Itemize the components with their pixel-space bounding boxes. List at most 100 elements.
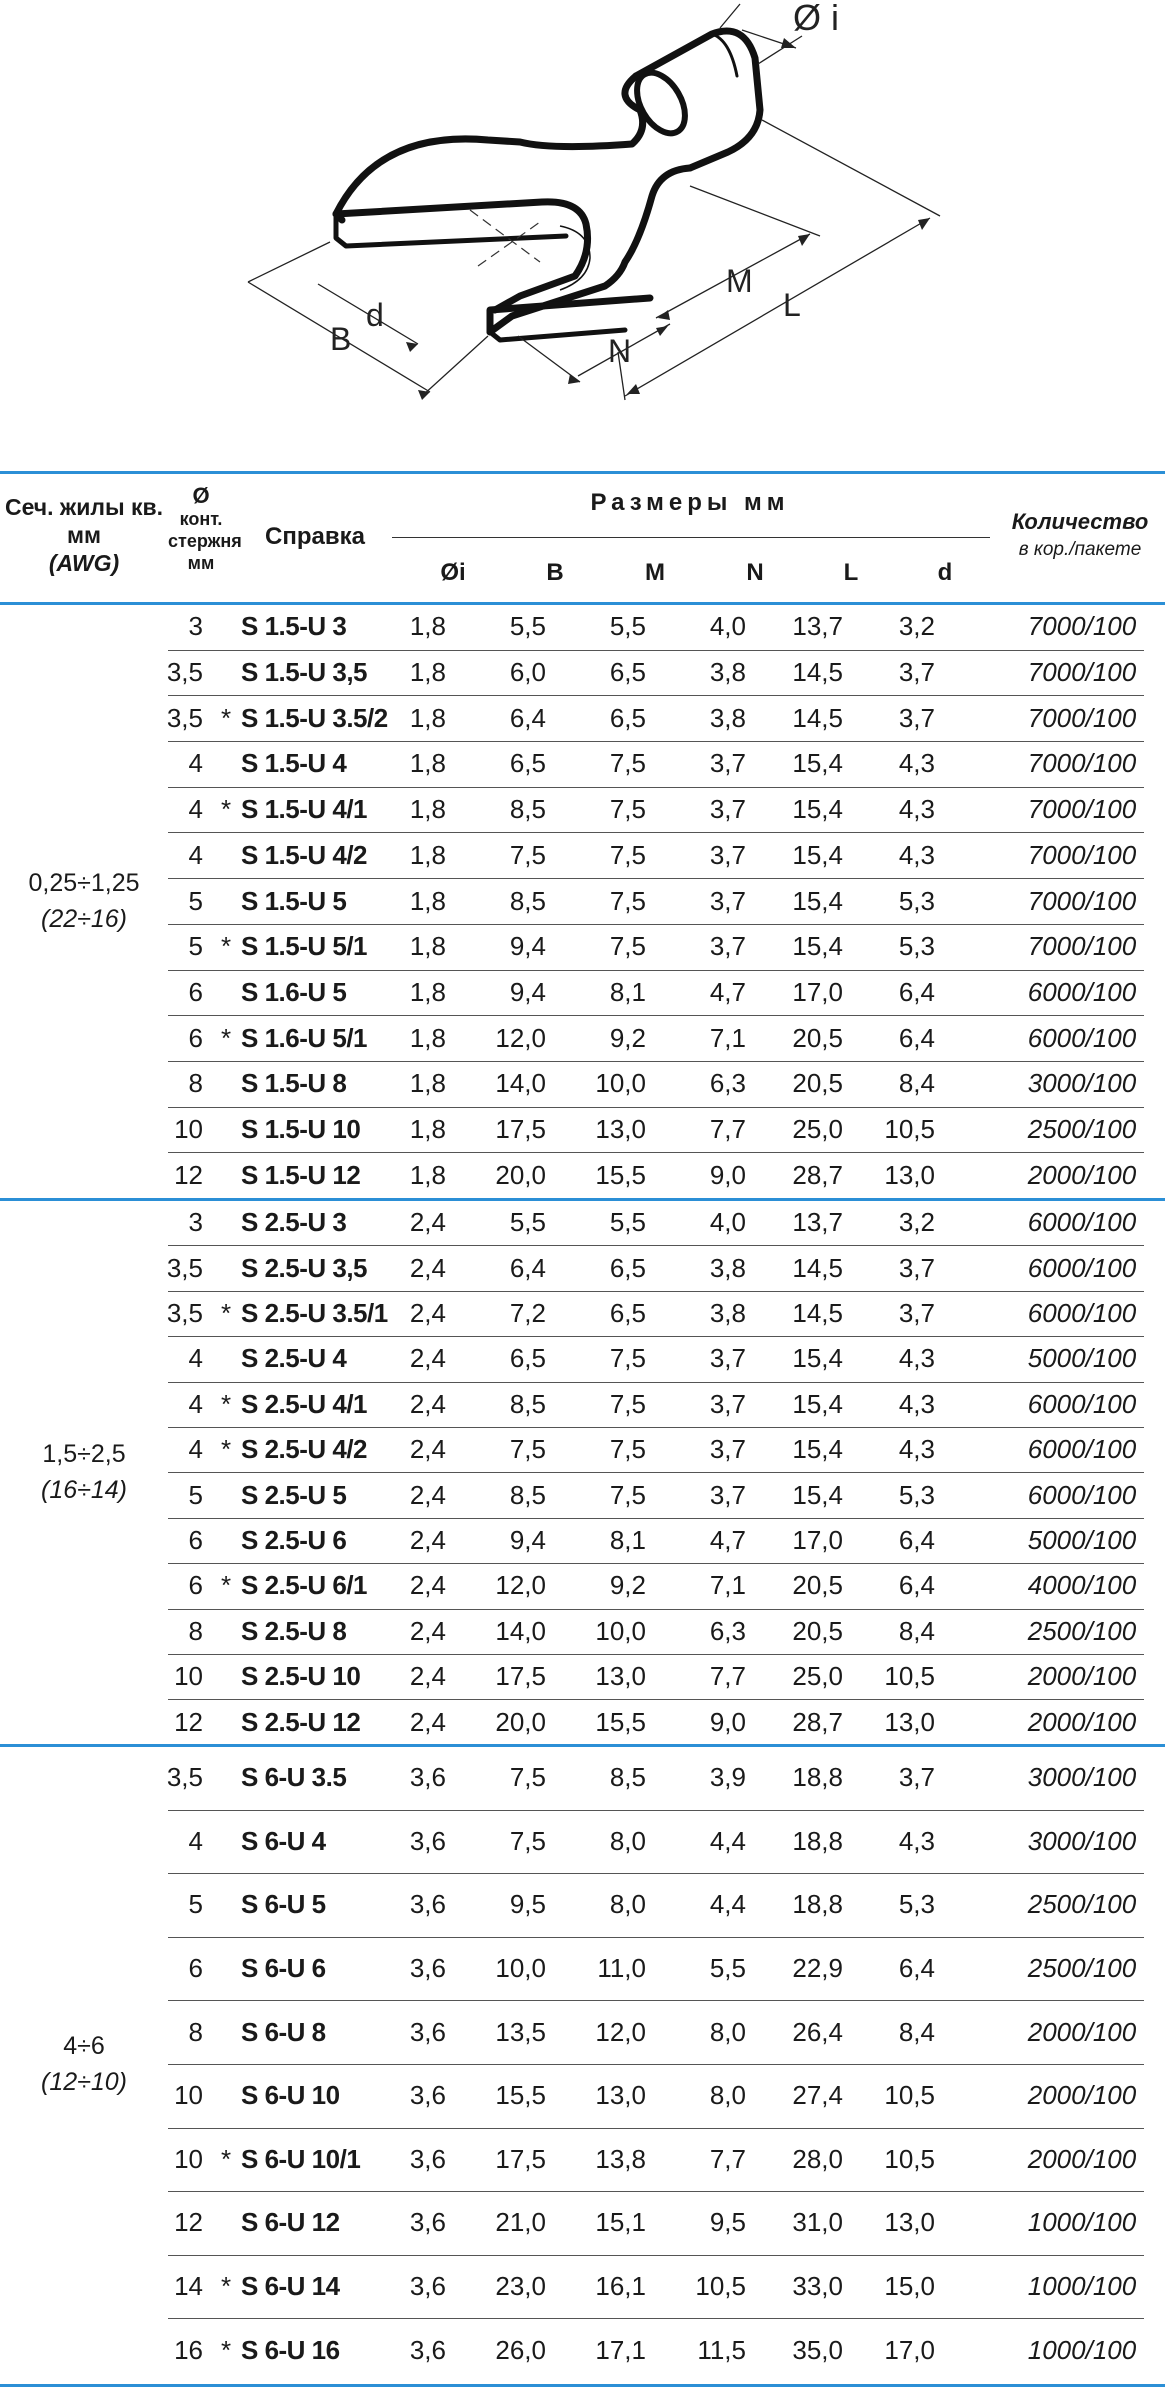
table-row: 4 * S 2.5-U 4/1 2,4 8,5 7,5 3,7 15,4 4,3 6000/100 bbox=[168, 1382, 1144, 1428]
group-section-label: 1,5÷2,5 (16÷14) bbox=[0, 1436, 168, 1508]
cell-star-marker bbox=[218, 970, 234, 1016]
cell-dim-L: 20,5 bbox=[792, 1615, 843, 1646]
cell-dim-B: 5,5 bbox=[509, 1207, 546, 1238]
cell-dim-di: 1,8 bbox=[409, 702, 446, 733]
cell-dim-d: 13,0 bbox=[884, 1159, 935, 1190]
dim-label-di: Ø i bbox=[793, 0, 839, 38]
cell-stud-diameter: 8 bbox=[188, 2016, 203, 2047]
cell-dim-di: 2,4 bbox=[409, 1343, 446, 1374]
cell-dim-N: 3,7 bbox=[709, 748, 746, 779]
cell-dim-L: 20,5 bbox=[792, 1570, 843, 1601]
cell-stud-diameter: 5 bbox=[188, 1889, 203, 1920]
cell-dim-d: 8,4 bbox=[898, 1068, 935, 1099]
cell-quantity: 6000/100 bbox=[1027, 1207, 1137, 1238]
row-group: 4÷6 (12÷10) 3,5 S 6-U 3.5 3,6 7,5 8,5 3,9 18,8 3,… bbox=[0, 1746, 1176, 2382]
cell-dim-N: 3,7 bbox=[709, 885, 746, 916]
cell-dim-B: 9,4 bbox=[509, 976, 546, 1007]
cell-dim-B: 7,5 bbox=[509, 839, 546, 870]
cell-quantity: 5000/100 bbox=[1027, 1524, 1137, 1555]
cell-dim-N: 5,5 bbox=[709, 1953, 746, 1984]
cell-dim-N: 3,7 bbox=[709, 794, 746, 825]
table-row: 5S 1.5-U 5 1,8 8,5 7,5 3,7 15,4 5,3 7000/100 bbox=[168, 878, 1144, 925]
cell-dim-d: 3,7 bbox=[898, 1252, 935, 1283]
cell-dim-L: 31,0 bbox=[792, 2207, 843, 2238]
cell-dim-B: 12,0 bbox=[495, 1022, 546, 1053]
cell-dim-di: 3,6 bbox=[409, 2143, 446, 2174]
cell-dim-B: 23,0 bbox=[495, 2271, 546, 2302]
group-section-value: 4÷6 bbox=[63, 2032, 105, 2060]
cell-dim-L: 17,0 bbox=[792, 976, 843, 1007]
cell-dim-L: 25,0 bbox=[792, 1114, 843, 1145]
cell-stud-diameter: 4 bbox=[188, 839, 203, 870]
row-group: 0,25÷1,25 (22÷16) 3 S 1.5-U 3 1,8 5,5 5,5 4,0 13… bbox=[0, 604, 1176, 1198]
cell-dim-B: 6,5 bbox=[509, 1343, 546, 1374]
cell-dim-L: 15,4 bbox=[792, 748, 843, 779]
cell-dim-d: 10,5 bbox=[884, 1114, 935, 1145]
cell-dim-N: 6,3 bbox=[709, 1068, 746, 1099]
header-dim-d: d bbox=[937, 559, 953, 586]
cell-dim-N: 3,8 bbox=[709, 1297, 746, 1328]
cell-dim-d: 5,3 bbox=[898, 931, 935, 962]
cell-dim-d: 10,5 bbox=[884, 2143, 935, 2174]
cell-dim-M: 17,1 bbox=[595, 2334, 646, 2365]
cell-stud-diameter: 3 bbox=[188, 611, 203, 642]
table-row: 6 * S 2.5-U 6/1 2,4 12,0 9,2 7,1 20,5 6,4 4000/10… bbox=[168, 1563, 1144, 1610]
cell-dim-di: 2,4 bbox=[409, 1388, 446, 1419]
cell-star-marker bbox=[218, 1472, 234, 1517]
cell-dim-M: 10,0 bbox=[595, 1615, 646, 1646]
cell-dim-d: 4,3 bbox=[898, 1434, 935, 1465]
cell-quantity: 3000/100 bbox=[1027, 1762, 1137, 1793]
cell-dim-d: 4,3 bbox=[898, 1825, 935, 1856]
cell-stud-diameter: 16 bbox=[174, 2334, 203, 2365]
cell-dim-M: 13,0 bbox=[595, 2080, 646, 2111]
table-row: 4S 1.5-U 4/2 1,8 7,5 7,5 3,7 15,4 4,3 7000/100 bbox=[168, 833, 1144, 880]
terminal-diagram: Ø i L M N B d bbox=[0, 0, 1176, 470]
cell-star-marker bbox=[218, 1654, 234, 1699]
table-bottom-border bbox=[0, 2384, 1165, 2387]
cell-dim-di: 1,8 bbox=[409, 794, 446, 825]
cell-stud-diameter: 4 bbox=[188, 1343, 203, 1374]
cell-dim-di: 2,4 bbox=[409, 1661, 446, 1692]
table-row: 12 S 6-U 12 3,6 21,0 15,1 9,5 31,0 13,0 1000/100 bbox=[168, 2191, 1144, 2256]
cell-dim-L: 14,5 bbox=[792, 1252, 843, 1283]
cell-dim-B: 8,5 bbox=[509, 794, 546, 825]
table-row: 6S 2.5-U 6 2,4 9,4 8,1 4,7 17,0 6,4 5000/100 bbox=[168, 1518, 1144, 1565]
header-dims-rule bbox=[392, 537, 990, 538]
cell-dim-M: 8,1 bbox=[609, 1524, 646, 1555]
cell-quantity: 2000/100 bbox=[1027, 2143, 1137, 2174]
cell-quantity: 7000/100 bbox=[1027, 657, 1137, 688]
cell-dim-di: 2,4 bbox=[409, 1706, 446, 1737]
cell-stud-diameter: 10 bbox=[174, 1661, 203, 1692]
cell-star-marker bbox=[218, 1152, 234, 1198]
cell-quantity: 3000/100 bbox=[1027, 1825, 1137, 1856]
cell-stud-diameter: 5 bbox=[188, 1479, 203, 1510]
cell-stud-diameter: 5 bbox=[188, 931, 203, 962]
cell-dim-B: 14,0 bbox=[495, 1068, 546, 1099]
cell-dim-M: 7,5 bbox=[609, 839, 646, 870]
cell-stud-diameter: 8 bbox=[188, 1615, 203, 1646]
header-section: Сеч. жилы кв. мм (AWG) bbox=[0, 493, 168, 577]
cell-dim-di: 2,4 bbox=[409, 1524, 446, 1555]
cell-dim-N: 3,9 bbox=[709, 1762, 746, 1793]
cell-star-marker bbox=[218, 1336, 234, 1381]
cell-dim-L: 18,8 bbox=[792, 1762, 843, 1793]
cell-dim-N: 9,0 bbox=[709, 1159, 746, 1190]
cell-dim-B: 8,5 bbox=[509, 885, 546, 916]
cell-star-marker bbox=[218, 1518, 234, 1563]
table-row: 3S 2.5-U 3 2,4 5,5 5,5 4,0 13,7 3,2 6000/100 bbox=[168, 1200, 1144, 1247]
cell-star-marker: * bbox=[220, 1388, 232, 1419]
cell-dim-M: 13,0 bbox=[595, 1114, 646, 1145]
cell-dim-B: 6,0 bbox=[509, 657, 546, 688]
cell-dim-B: 9,4 bbox=[509, 1524, 546, 1555]
header-stud: Ø конт. стержня мм bbox=[168, 485, 242, 574]
cell-dim-M: 5,5 bbox=[609, 1207, 646, 1238]
cell-quantity: 7000/100 bbox=[1027, 931, 1137, 962]
cell-dim-M: 9,2 bbox=[609, 1570, 646, 1601]
cell-quantity: 2500/100 bbox=[1027, 1889, 1137, 1920]
cell-dim-d: 3,2 bbox=[898, 611, 935, 642]
cell-dim-M: 8,5 bbox=[609, 1762, 646, 1793]
cell-dim-B: 7,2 bbox=[509, 1297, 546, 1328]
cell-quantity: 6000/100 bbox=[1027, 1252, 1137, 1283]
table-row: 3,5 S 1.5-U 3,5 1,8 6,0 6,5 3,8 14,5 3,7 7000/10… bbox=[167, 650, 1144, 697]
cell-star-marker: * bbox=[220, 2143, 232, 2174]
